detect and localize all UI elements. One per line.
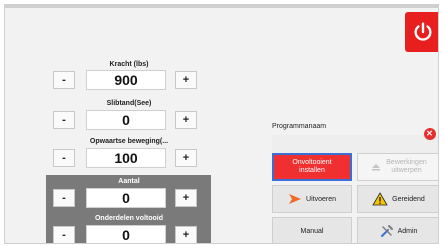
- eject-icon: [372, 164, 381, 171]
- program-name-label: Programmanaam: [272, 123, 327, 130]
- clear-program-button[interactable]: ✕: [419, 123, 438, 144]
- title-strip: [5, 5, 438, 8]
- aantal-plus-button[interactable]: +: [175, 189, 197, 207]
- onderdelen-minus-button[interactable]: -: [53, 226, 75, 243]
- remove-line2: uitwerpen: [391, 167, 422, 174]
- manual-button[interactable]: Manual: [272, 217, 352, 243]
- onderdelen-label: Onderdelen voltooid: [94, 215, 164, 222]
- onderdelen-plus-button[interactable]: +: [175, 226, 197, 243]
- stroke-label: Slibtand(See): [106, 100, 152, 107]
- gereed-button[interactable]: Gereidend: [357, 185, 438, 213]
- aantal-value[interactable]: 0: [86, 188, 166, 208]
- manual-label: Manual: [300, 227, 324, 235]
- install-line1: Onvoltooient: [292, 159, 332, 166]
- upward-movement-label: Opwaartse beweging(...: [89, 138, 169, 145]
- install-button[interactable]: Onvoltooient installen: [272, 153, 352, 181]
- stroke-minus-button[interactable]: -: [53, 111, 75, 129]
- admin-button[interactable]: Admin: [357, 217, 438, 243]
- gereed-label: Gereidend: [392, 195, 425, 203]
- admin-label: Admin: [397, 227, 418, 235]
- tools-icon: [380, 225, 393, 237]
- warning-icon: [372, 192, 388, 206]
- power-button[interactable]: [405, 12, 438, 52]
- program-name-field[interactable]: [272, 135, 438, 153]
- play-triangle-icon: [289, 194, 302, 204]
- uitvoeren-button[interactable]: Uitvoeren: [272, 185, 352, 213]
- aantal-minus-button[interactable]: -: [53, 189, 75, 207]
- counter-panel: Aantal - 0 + Onderdelen voltooid - 0 +: [46, 175, 211, 243]
- uitvoeren-label: Uitvoeren: [306, 195, 336, 203]
- remove-line1: Bewerkingen: [386, 159, 427, 166]
- app-screen: Kracht (lbs) - 900 + Slibtand(See) - 0 +…: [4, 4, 439, 244]
- aantal-label: Aantal: [118, 178, 140, 185]
- stroke-value[interactable]: 0: [86, 110, 166, 130]
- upward-minus-button[interactable]: -: [53, 149, 75, 167]
- install-line2: installen: [299, 167, 325, 174]
- upward-plus-button[interactable]: +: [175, 149, 197, 167]
- clear-icon: ✕: [423, 127, 436, 140]
- force-label: Kracht (lbs): [109, 61, 149, 68]
- force-plus-button[interactable]: +: [175, 71, 197, 89]
- onderdelen-value[interactable]: 0: [86, 225, 166, 243]
- power-icon: [413, 22, 432, 41]
- upward-value[interactable]: 100: [86, 148, 166, 168]
- remove-button[interactable]: Bewerkingen uitwerpen: [357, 153, 438, 181]
- stroke-plus-button[interactable]: +: [175, 111, 197, 129]
- force-value[interactable]: 900: [86, 70, 166, 90]
- force-minus-button[interactable]: -: [53, 71, 75, 89]
